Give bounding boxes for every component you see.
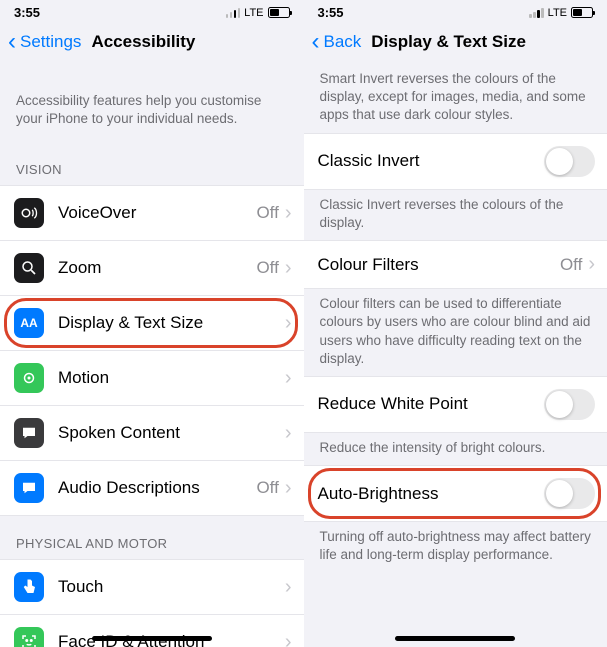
- battery-icon: [268, 7, 290, 18]
- nav-bar: ‹ Back Display & Text Size: [304, 22, 607, 64]
- display-text-size-row[interactable]: AA Display & Text Size ›: [0, 296, 304, 351]
- status-bar: 3:55 LTE: [304, 0, 607, 22]
- motion-icon: [14, 363, 44, 393]
- intro-text: Accessibility features help you customis…: [0, 64, 304, 148]
- zoom-icon: [14, 253, 44, 283]
- voiceover-icon: [14, 198, 44, 228]
- row-label: Zoom: [58, 258, 256, 278]
- back-button[interactable]: Settings: [20, 32, 81, 52]
- home-indicator[interactable]: [395, 636, 515, 641]
- voiceover-row[interactable]: VoiceOver Off ›: [0, 185, 304, 241]
- left-screen: 3:55 LTE ‹ Settings Accessibility Access…: [0, 0, 304, 647]
- reduce-white-desc: Reduce the intensity of bright colours.: [304, 433, 607, 465]
- network-label: LTE: [244, 7, 263, 19]
- signal-icon: [226, 8, 241, 18]
- row-label: VoiceOver: [58, 203, 256, 223]
- chevron-right-icon: ›: [285, 422, 292, 445]
- chevron-right-icon: ›: [285, 477, 292, 500]
- row-value: Off: [256, 478, 278, 498]
- chevron-right-icon: ›: [285, 202, 292, 225]
- faceid-row[interactable]: Face ID & Attention ›: [0, 615, 304, 647]
- back-button[interactable]: Back: [324, 32, 362, 52]
- reduce-white-point-row[interactable]: Reduce White Point: [304, 376, 607, 433]
- chevron-right-icon: ›: [285, 257, 292, 280]
- row-label: Display & Text Size: [58, 313, 285, 333]
- section-header-motor: PHYSICAL AND MOTOR: [0, 516, 304, 559]
- status-right: LTE: [529, 7, 593, 19]
- row-label: Reduce White Point: [318, 394, 545, 414]
- row-label: Touch: [58, 577, 285, 597]
- row-label: Motion: [58, 368, 285, 388]
- chevron-right-icon: ›: [588, 253, 595, 276]
- audio-descriptions-row[interactable]: Audio Descriptions Off ›: [0, 461, 304, 516]
- row-value: Off: [560, 255, 582, 275]
- spoken-content-icon: [14, 418, 44, 448]
- smart-invert-desc: Smart Invert reverses the colours of the…: [304, 64, 607, 133]
- page-title: Display & Text Size: [371, 32, 526, 52]
- row-label: Audio Descriptions: [58, 478, 256, 498]
- clock: 3:55: [14, 5, 40, 20]
- status-right: LTE: [226, 7, 290, 19]
- row-label: Auto-Brightness: [318, 484, 545, 504]
- auto-brightness-desc: Turning off auto-brightness may affect b…: [304, 522, 607, 572]
- clock: 3:55: [318, 5, 344, 20]
- text-size-icon: AA: [14, 308, 44, 338]
- home-indicator[interactable]: [92, 636, 212, 641]
- row-label: Spoken Content: [58, 423, 285, 443]
- motion-row[interactable]: Motion ›: [0, 351, 304, 406]
- section-header-vision: VISION: [0, 148, 304, 185]
- right-screen: 3:55 LTE ‹ Back Display & Text Size Smar…: [304, 0, 607, 647]
- colour-filters-row[interactable]: Colour Filters Off ›: [304, 240, 607, 289]
- zoom-row[interactable]: Zoom Off ›: [0, 241, 304, 296]
- reduce-white-point-toggle[interactable]: [544, 389, 595, 420]
- network-label: LTE: [548, 7, 567, 19]
- audio-descriptions-icon: [14, 473, 44, 503]
- row-value: Off: [256, 258, 278, 278]
- chevron-right-icon: ›: [285, 367, 292, 390]
- battery-icon: [571, 7, 593, 18]
- colour-filters-desc: Colour filters can be used to differenti…: [304, 289, 607, 376]
- chevron-right-icon: ›: [285, 631, 292, 647]
- faceid-icon: [14, 627, 44, 647]
- auto-brightness-row[interactable]: Auto-Brightness: [304, 465, 607, 522]
- classic-invert-desc: Classic Invert reverses the colours of t…: [304, 190, 607, 240]
- spoken-content-row[interactable]: Spoken Content ›: [0, 406, 304, 461]
- nav-bar: ‹ Settings Accessibility: [0, 22, 304, 64]
- touch-row[interactable]: Touch ›: [0, 559, 304, 615]
- back-chevron-icon[interactable]: ‹: [6, 30, 18, 54]
- classic-invert-row[interactable]: Classic Invert: [304, 133, 607, 190]
- chevron-right-icon: ›: [285, 576, 292, 599]
- page-title: Accessibility: [91, 32, 195, 52]
- row-value: Off: [256, 203, 278, 223]
- chevron-right-icon: ›: [285, 312, 292, 335]
- auto-brightness-toggle[interactable]: [544, 478, 595, 509]
- classic-invert-toggle[interactable]: [544, 146, 595, 177]
- status-bar: 3:55 LTE: [0, 0, 304, 22]
- signal-icon: [529, 8, 544, 18]
- row-label: Classic Invert: [318, 151, 545, 171]
- back-chevron-icon[interactable]: ‹: [310, 30, 322, 54]
- row-label: Colour Filters: [318, 255, 560, 275]
- touch-icon: [14, 572, 44, 602]
